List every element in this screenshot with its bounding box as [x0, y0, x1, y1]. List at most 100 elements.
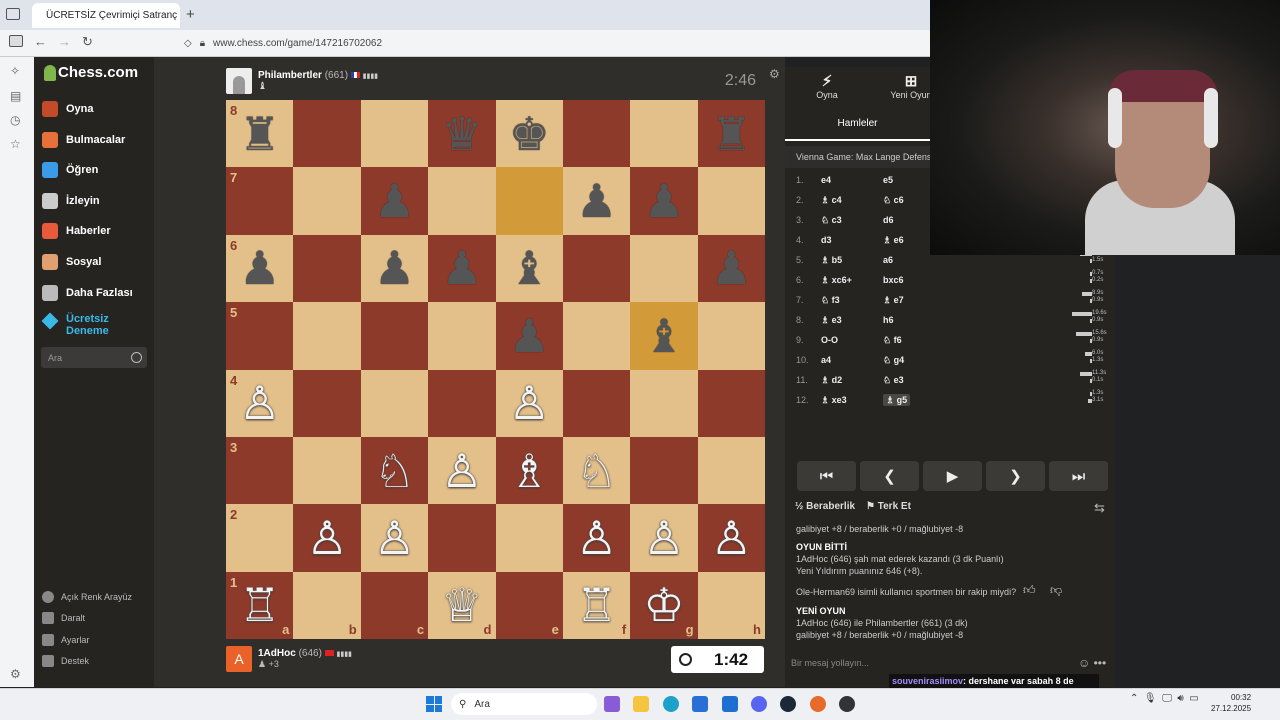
square-e5[interactable]: ♟	[495, 302, 563, 370]
opening-name[interactable]: Vienna Game: Max Lange Defense	[785, 146, 930, 168]
white-queen-icon[interactable]: ♕	[441, 582, 482, 628]
settings-button[interactable]: Ayarlar	[42, 631, 89, 649]
black-pawn-icon[interactable]: ♟	[374, 245, 415, 291]
outlook-icon[interactable]	[722, 696, 738, 712]
black-pawn-icon[interactable]: ♟	[643, 178, 684, 224]
white-pawn-icon[interactable]: ♙	[306, 515, 347, 561]
white-move[interactable]: ♗ xc6+	[821, 275, 883, 286]
play-button[interactable]: ▶︎	[923, 461, 982, 491]
white-king-icon[interactable]: ♔	[643, 582, 684, 628]
sparkle-icon[interactable]: ✧	[10, 64, 24, 78]
square-b3[interactable]	[293, 436, 361, 505]
black-move[interactable]: ♘ g4	[883, 355, 965, 366]
reload-icon[interactable]: ↻	[82, 34, 93, 50]
square-e1[interactable]: e	[495, 571, 563, 639]
white-pawn-icon[interactable]: ♙	[509, 380, 550, 426]
square-b5[interactable]	[293, 302, 361, 370]
firefox-icon[interactable]	[810, 696, 826, 712]
square-g3[interactable]	[630, 436, 698, 505]
square-d4[interactable]	[428, 369, 496, 437]
square-e6[interactable]: ♝	[495, 234, 563, 303]
black-pawn-icon[interactable]: ♟	[374, 178, 415, 224]
white-pawn-icon[interactable]: ♙	[374, 515, 415, 561]
top-player-avatar[interactable]	[226, 68, 252, 94]
black-rook-icon[interactable]: ♜	[239, 111, 280, 157]
white-move[interactable]: ♘ f3	[821, 295, 883, 306]
square-g4[interactable]	[630, 369, 698, 437]
square-c4[interactable]	[360, 369, 429, 437]
square-f2[interactable]: ♙	[562, 504, 631, 572]
emoji-icon[interactable]: ☺ •••	[1078, 656, 1106, 670]
square-g5[interactable]: ♝	[630, 302, 698, 370]
square-d2[interactable]	[428, 504, 496, 572]
flip-board-icon[interactable]: ⇆	[1094, 500, 1105, 516]
square-a1[interactable]: 1 a ♖	[226, 571, 294, 639]
sidebar-search-input[interactable]: Ara	[41, 347, 147, 368]
square-a4[interactable]: 4 ♙	[226, 369, 294, 437]
thumbs-up-icon[interactable]: 👍︎	[1023, 584, 1036, 596]
square-h3[interactable]	[697, 436, 765, 505]
white-move[interactable]: O-O	[821, 335, 883, 345]
sidebar-item-3[interactable]: İzleyin	[42, 188, 100, 214]
new-tab-button[interactable]: +	[186, 6, 195, 23]
square-b4[interactable]	[293, 369, 361, 437]
square-f1[interactable]: f ♖	[562, 571, 631, 639]
black-move[interactable]: h6	[883, 315, 965, 325]
white-pawn-icon[interactable]: ♙	[711, 515, 752, 561]
black-king-icon[interactable]: ♚	[509, 111, 550, 157]
square-a3[interactable]: 3	[226, 436, 294, 505]
square-d7[interactable]	[428, 167, 496, 235]
square-d1[interactable]: d ♕	[428, 571, 496, 639]
square-f3[interactable]: ♘	[562, 436, 631, 505]
tab-list-icon[interactable]	[6, 8, 20, 20]
black-move[interactable]: ♘ f6	[883, 335, 965, 346]
square-d6[interactable]: ♟	[428, 234, 496, 303]
black-queen-icon[interactable]: ♛	[441, 111, 482, 157]
square-f5[interactable]	[562, 302, 631, 370]
free-trial-link[interactable]: Ücretsiz Deneme	[41, 312, 122, 337]
sidebar-item-4[interactable]: Haberler	[42, 218, 111, 244]
discord-icon[interactable]	[751, 696, 767, 712]
board-settings-icon[interactable]: ⚙	[769, 67, 780, 81]
square-g8[interactable]	[630, 100, 698, 168]
sidebar-item-5[interactable]: Sosyal	[42, 249, 101, 275]
support-button[interactable]: Destek	[42, 652, 89, 670]
square-g7[interactable]: ♟	[630, 167, 698, 235]
square-h7[interactable]	[697, 167, 765, 235]
square-b6[interactable]	[293, 234, 361, 303]
square-g6[interactable]	[630, 234, 698, 303]
square-d3[interactable]: ♙	[428, 436, 496, 505]
white-rook-icon[interactable]: ♖	[239, 582, 280, 628]
square-a8[interactable]: 8 ♜	[226, 100, 294, 168]
white-pawn-icon[interactable]: ♙	[441, 448, 482, 494]
collapse-button[interactable]: Daralt	[42, 609, 85, 627]
white-move[interactable]: ♗ d2	[821, 375, 883, 386]
square-g1[interactable]: g ♔	[630, 571, 698, 639]
square-c8[interactable]	[360, 100, 429, 168]
tab-play[interactable]: ⚡︎ Oyna	[797, 72, 857, 100]
address-bar[interactable]: ◇ 🔒︎ www.chess.com/game/147216702062	[180, 33, 930, 54]
light-theme-button[interactable]: Açık Renk Arayüz	[42, 588, 132, 606]
white-move[interactable]: ♗ b5	[821, 255, 883, 266]
square-c7[interactable]: ♟	[360, 167, 429, 235]
square-c5[interactable]	[360, 302, 429, 370]
chess-board[interactable]: 8 ♜ ♛ ♚ ♜ 7 ♟ ♟ ♟ 6 ♟ ♟ ♟ ♝ ♟ 5 ♟ ♝ 4 ♙ ♙ 3 ♘ ♙ ♗ ♘ 2 ♙ ♙ ♙ ♙ ♙ 1 a ♖ b c d ♕ e…	[226, 100, 765, 639]
system-tray[interactable]: ⌃ 🎙︎ 🖵︎ 🔊︎ ▭	[1130, 693, 1199, 704]
square-h5[interactable]	[697, 302, 765, 370]
white-pawn-icon[interactable]: ♙	[643, 515, 684, 561]
steam-icon[interactable]	[780, 696, 796, 712]
next-move-button[interactable]: ❯	[986, 461, 1045, 491]
chat-input[interactable]: Bir mesaj yollayın...	[791, 658, 869, 668]
square-e8[interactable]: ♚	[495, 100, 563, 168]
white-pawn-icon[interactable]: ♙	[239, 380, 280, 426]
white-move[interactable]: e4	[821, 175, 883, 185]
black-pawn-icon[interactable]: ♟	[441, 245, 482, 291]
app-icon[interactable]	[839, 696, 855, 712]
square-f8[interactable]	[562, 100, 631, 168]
white-move[interactable]: ♗ xe3	[821, 395, 883, 406]
white-move[interactable]: a4	[821, 355, 883, 365]
square-e7[interactable]	[495, 167, 563, 235]
black-move[interactable]: a6	[883, 255, 965, 265]
square-f6[interactable]	[562, 234, 631, 303]
sidebar-item-6[interactable]: Daha Fazlası	[42, 280, 133, 306]
